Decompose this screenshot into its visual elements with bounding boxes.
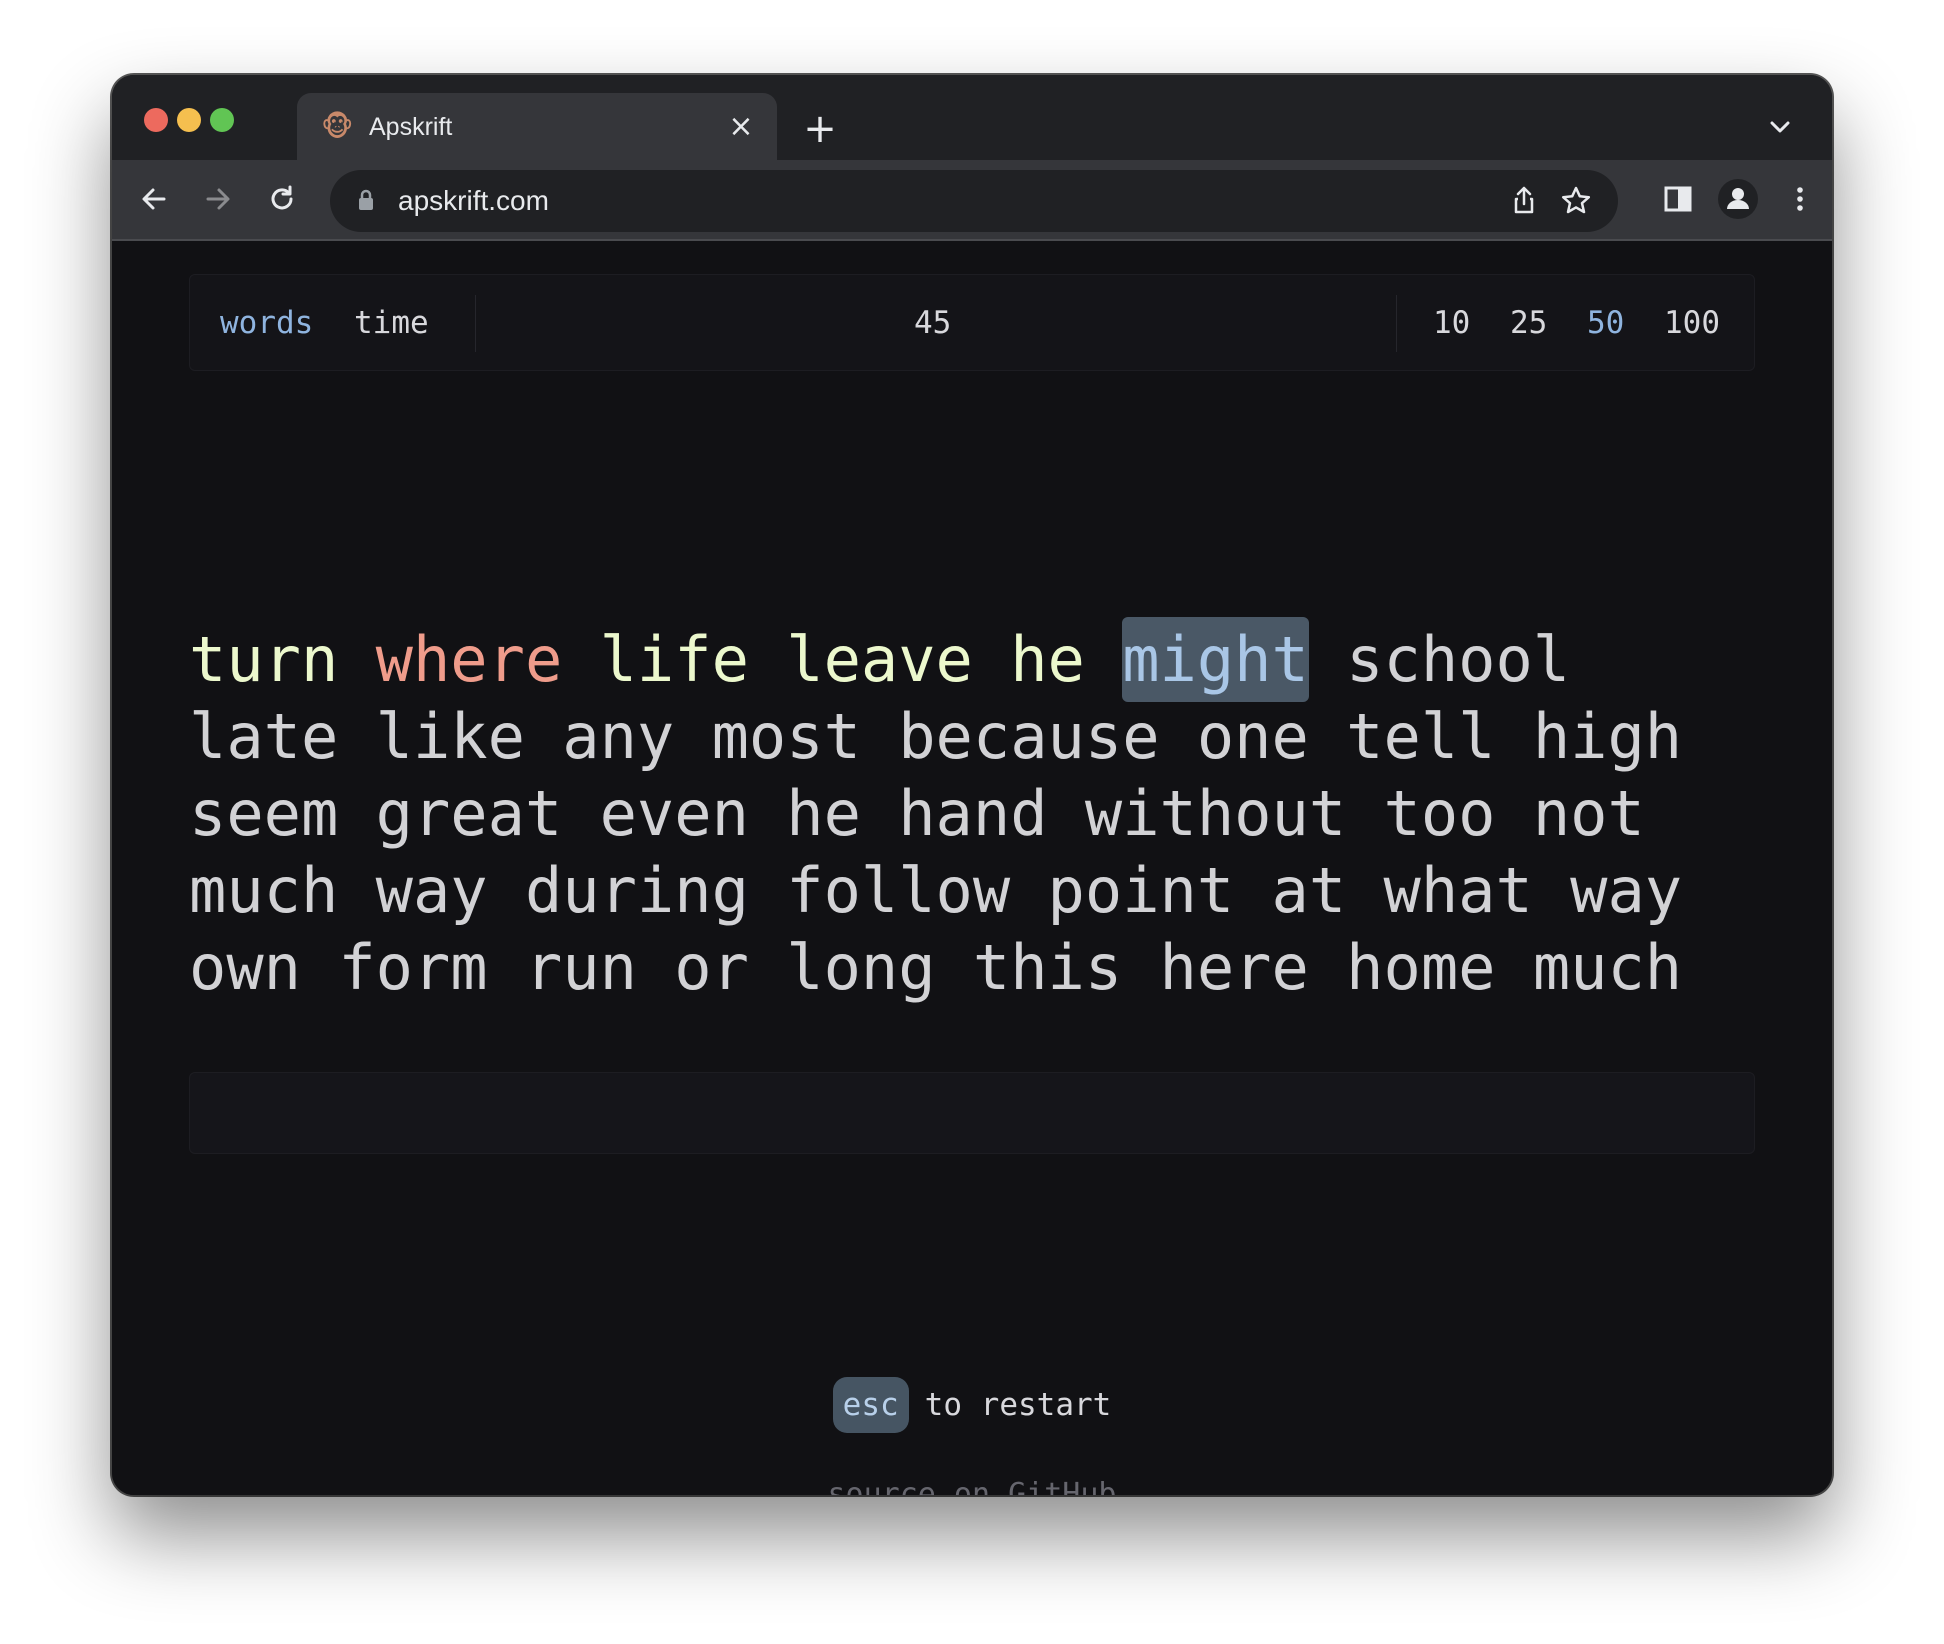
word: life xyxy=(599,623,749,696)
profile-icon[interactable] xyxy=(1716,177,1760,221)
word: he xyxy=(786,777,861,850)
forward-icon[interactable] xyxy=(200,181,236,217)
address-bar[interactable]: apskrift.com xyxy=(330,170,1618,232)
word: hand xyxy=(898,777,1048,850)
restart-hint-text: to restart xyxy=(924,1387,1112,1423)
share-icon[interactable] xyxy=(1506,183,1542,219)
lock-icon[interactable] xyxy=(350,184,382,216)
browser-tab[interactable]: 🐵 Apskrift × xyxy=(297,93,777,160)
word: late xyxy=(189,700,339,773)
word: tell xyxy=(1346,700,1496,773)
word: follow xyxy=(786,854,1011,927)
word: any xyxy=(562,700,675,773)
word: run xyxy=(524,931,637,1004)
typing-input[interactable] xyxy=(189,1072,1755,1154)
menu-icon[interactable] xyxy=(1782,181,1818,217)
tab-strip: 🐵 Apskrift × + xyxy=(112,75,1832,160)
word: much xyxy=(1532,931,1683,1004)
monkey-icon: 🐵 xyxy=(321,110,354,143)
word: school xyxy=(1346,623,1571,696)
word: own xyxy=(189,931,301,1004)
word-count-10-button[interactable]: 10 xyxy=(1433,305,1470,341)
word: turn xyxy=(189,623,339,696)
new-tab-icon[interactable]: + xyxy=(800,109,840,149)
word-count-25-button[interactable]: 25 xyxy=(1510,305,1547,341)
maximize-window-button[interactable] xyxy=(210,108,234,132)
word: this xyxy=(972,931,1123,1004)
word: leave xyxy=(786,623,973,696)
word: one xyxy=(1196,700,1309,773)
word: home xyxy=(1346,931,1496,1004)
word: he xyxy=(1010,623,1085,696)
mode-words-button[interactable]: words xyxy=(220,305,313,341)
word: even xyxy=(599,777,749,850)
star-icon[interactable] xyxy=(1558,183,1594,219)
count-display: 45 xyxy=(914,305,952,341)
word: what xyxy=(1383,854,1533,927)
word: form xyxy=(338,931,488,1004)
divider xyxy=(1396,295,1397,352)
word: or xyxy=(674,931,749,1004)
word: most xyxy=(711,700,861,773)
browser-window: 🐵 Apskrift × + apskrift.com words time 4… xyxy=(112,75,1832,1495)
chevron-down-icon[interactable] xyxy=(1762,109,1798,145)
word: during xyxy=(524,854,749,927)
esc-key-badge: esc xyxy=(832,1377,909,1433)
browser-toolbar: apskrift.com xyxy=(112,160,1832,241)
word: here xyxy=(1159,931,1309,1004)
close-icon[interactable]: × xyxy=(725,111,757,143)
minimize-window-button[interactable] xyxy=(177,108,201,132)
back-icon[interactable] xyxy=(136,181,172,217)
divider xyxy=(475,295,476,352)
close-window-button[interactable] xyxy=(144,108,168,132)
word: way xyxy=(375,854,488,927)
mode-time-button[interactable]: time xyxy=(354,305,429,341)
url-text: apskrift.com xyxy=(398,185,549,216)
word-count-100-button[interactable]: 100 xyxy=(1664,305,1720,341)
word: without xyxy=(1084,777,1347,850)
word: at xyxy=(1271,854,1347,927)
word-stream: turn where life leave he might school la… xyxy=(189,617,1755,1006)
word: not xyxy=(1532,777,1645,850)
word: long xyxy=(786,931,936,1004)
word: like xyxy=(375,700,525,773)
word: way xyxy=(1570,854,1683,927)
word: because xyxy=(898,700,1160,773)
word: seem xyxy=(189,777,339,850)
current-word: might xyxy=(1122,617,1309,702)
word: high xyxy=(1532,700,1683,773)
tab-title: Apskrift xyxy=(369,113,453,141)
word-count-50-button[interactable]: 50 xyxy=(1587,305,1624,341)
word: point xyxy=(1047,854,1235,927)
word: great xyxy=(375,777,563,850)
settings-bar: words time 45 10 25 50 100 xyxy=(189,274,1755,371)
word: too xyxy=(1383,777,1496,850)
restart-hint: esc to restart xyxy=(112,1377,1832,1433)
side-panel-icon[interactable] xyxy=(1660,181,1696,217)
source-link[interactable]: source on GitHub xyxy=(112,1477,1832,1495)
page-content: words time 45 10 25 50 100 turn where li… xyxy=(112,241,1832,1495)
reload-icon[interactable] xyxy=(264,181,300,217)
word: where xyxy=(375,623,563,696)
word: much xyxy=(189,854,339,927)
